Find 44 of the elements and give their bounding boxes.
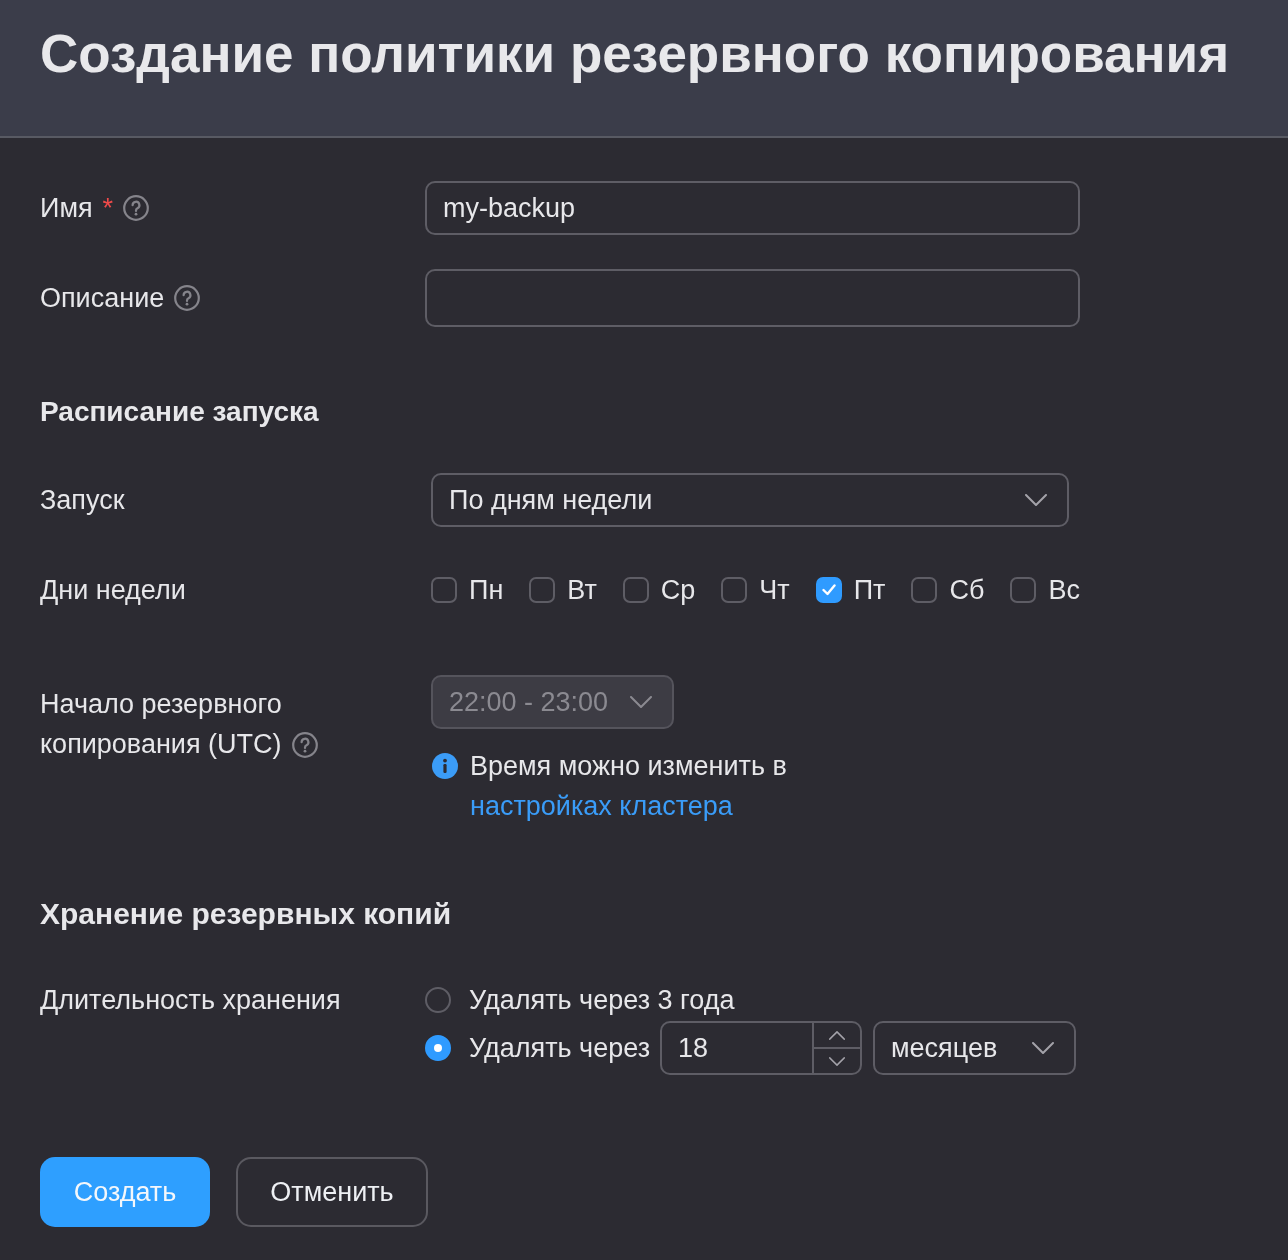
check-icon [821,584,836,596]
radio-label[interactable]: Удалять через 3 года [469,984,735,1016]
chevron-down-icon [829,1056,846,1066]
unit-select[interactable]: месяцев [873,1021,1077,1075]
checkbox-label[interactable]: Сб [949,575,985,605]
radio-button[interactable] [425,987,451,1013]
checkbox[interactable] [529,577,556,603]
required-mark: * [102,192,114,225]
checkbox[interactable] [911,577,938,603]
info-icon [432,753,458,779]
chevron-up-icon [829,1030,846,1040]
checkbox[interactable] [622,577,649,603]
checkbox-label[interactable]: Пн [469,575,504,605]
checkbox-label[interactable]: Ср [660,575,696,605]
chevron-down-icon [630,696,652,708]
checkbox[interactable] [815,577,842,603]
field-label: Дни недели [40,574,186,607]
help-icon[interactable] [174,285,201,311]
radio-label[interactable]: Удалять через [469,1032,651,1064]
checkbox-label[interactable]: Пт [853,575,886,605]
checkbox-label[interactable]: Вс [1048,575,1080,605]
text-input[interactable]: my-backup [425,181,1080,235]
schedule-select[interactable]: По дням недели [431,473,1069,527]
text-input[interactable] [425,269,1080,327]
hint-text: Время можно изменить в настройках кластера [470,750,788,823]
field-label: Имя [40,192,93,225]
chevron-down-icon [1025,494,1047,506]
page-title: Создание политики резервного копирования [40,23,1231,85]
checkbox-label[interactable]: Чт [759,575,790,605]
field-label: Начало резервного копирования (UTC) [40,689,282,759]
help-icon[interactable] [123,195,150,221]
checkbox[interactable] [721,577,748,603]
section-title: Хранение резервных копий [40,897,453,931]
checkbox-label[interactable]: Вт [567,575,597,605]
radio-button[interactable] [425,1035,451,1061]
section-title: Расписание запуска [40,395,320,429]
checkbox[interactable] [431,577,457,603]
checkbox[interactable] [1010,577,1037,603]
field-label: Описание [40,282,165,315]
cancel-button[interactable]: Отменить [236,1157,428,1227]
field-label: Длительность хранения [40,984,341,1017]
number-field[interactable]: 18 [660,1021,863,1075]
field-label: Запуск [40,484,125,517]
chevron-down-icon [1032,1042,1055,1054]
